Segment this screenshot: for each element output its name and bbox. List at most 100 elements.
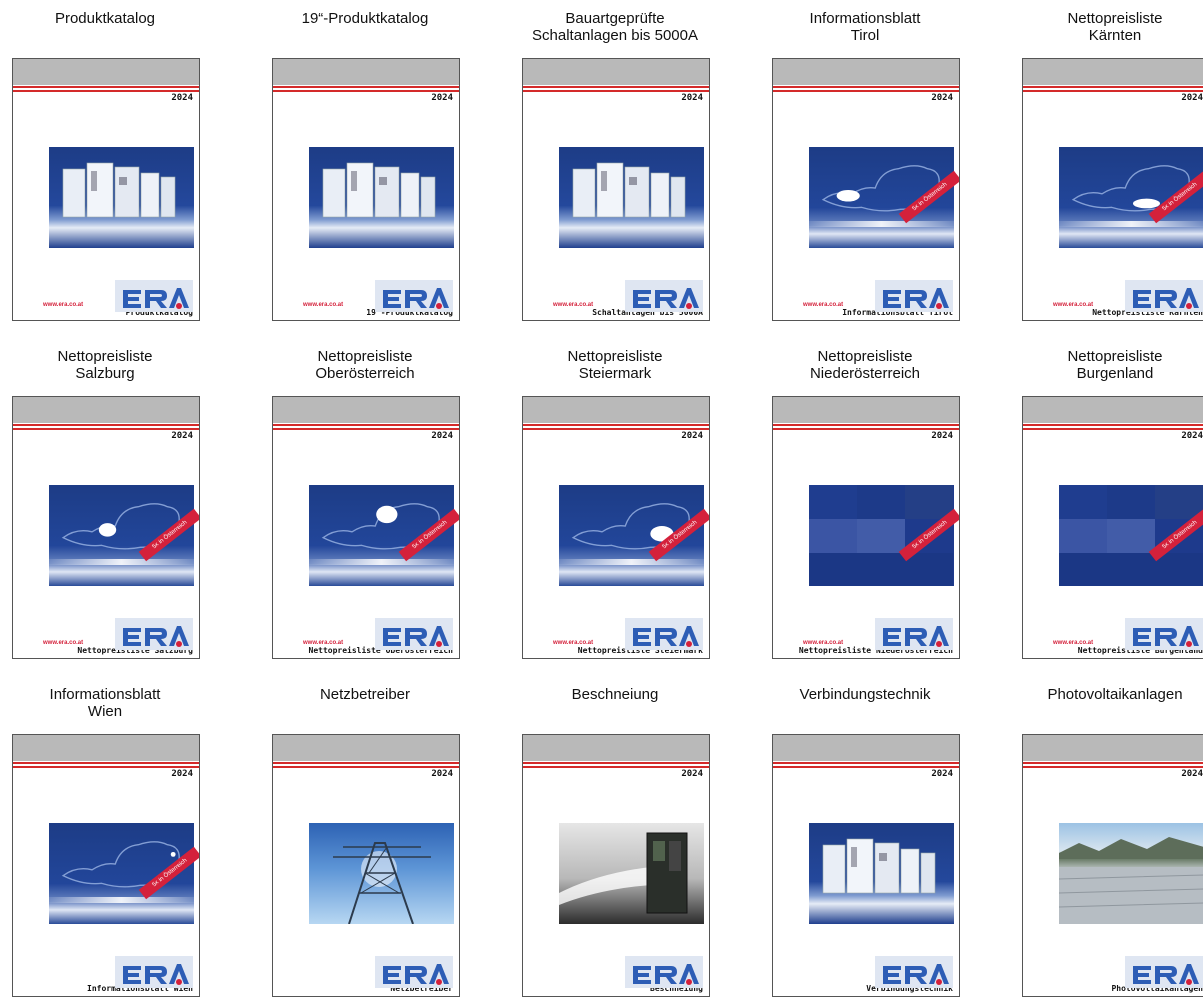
- era-logo: [115, 276, 193, 316]
- catalog-title-link[interactable]: Nettopreisliste Salzburg: [2, 348, 208, 382]
- era-logo: [1125, 276, 1203, 316]
- cover-url: www.era.co.at: [43, 640, 84, 646]
- catalog-cover-thumbnail[interactable]: Photovoltaikanlagen 2024: [1022, 734, 1203, 997]
- catalog-cover-thumbnail[interactable]: Nettopreisliste Oberösterreich 2024 5x in …: [272, 396, 460, 659]
- red-stripe: [523, 86, 709, 88]
- cover-header-band: [273, 59, 459, 85]
- catalog-cover-thumbnail[interactable]: Netzbetreiber 2024: [272, 734, 460, 997]
- red-stripe: [273, 424, 459, 426]
- cover-header-band: [1023, 735, 1203, 761]
- catalog-title-link[interactable]: Photovoltaikanlagen: [1012, 686, 1203, 703]
- cover-header-band: [13, 735, 199, 761]
- era-logo-icon: [625, 618, 703, 650]
- era-logo-icon: [375, 956, 453, 988]
- catalog-cover-thumbnail[interactable]: Informationsblatt Wien 2024 5x in Österrei…: [12, 734, 200, 997]
- catalog-cover-thumbnail[interactable]: Verbindungstechnik 2024: [772, 734, 960, 997]
- light-bar: [559, 559, 704, 565]
- era-logo: [875, 952, 953, 992]
- cover-url: www.era.co.at: [553, 302, 594, 308]
- cover-year: 2024: [171, 93, 193, 103]
- cover-year: 2024: [171, 431, 193, 441]
- catalog-cover-thumbnail[interactable]: Informationsblatt Tirol 2024 5x in Österre…: [772, 58, 960, 321]
- catalog-cover-thumbnail[interactable]: Bauartgeprüfte Schaltanlagen bis 5000A20…: [522, 58, 710, 321]
- era-logo-icon: [875, 618, 953, 650]
- cover-url: www.era.co.at: [803, 640, 844, 646]
- catalog-grid: Produktkatalog Produktkatalog 2024 www.era.…: [0, 0, 1203, 997]
- catalog-title-link[interactable]: Beschneiung: [512, 686, 718, 703]
- era-logo: [375, 276, 453, 316]
- cabinets-image: [322, 162, 436, 218]
- photo-frame: [559, 147, 704, 248]
- catalog-title-link[interactable]: Nettopreisliste Steiermark: [512, 348, 718, 382]
- catalog-title-link[interactable]: Bauartgeprüfte Schaltanlagen bis 5000A: [512, 10, 718, 44]
- catalog-title-link[interactable]: Netzbetreiber: [262, 686, 468, 703]
- cover-url: www.era.co.at: [553, 640, 594, 646]
- cover-year: 2024: [931, 431, 953, 441]
- cover-url: www.era.co.at: [803, 302, 844, 308]
- catalog-cover-thumbnail[interactable]: Beschneiung 2024: [522, 734, 710, 997]
- cover-url: www.era.co.at: [303, 640, 344, 646]
- cover-header-band: [523, 735, 709, 761]
- era-logo-icon: [875, 280, 953, 312]
- red-stripe: [1023, 424, 1203, 426]
- catalog-title-link[interactable]: Nettopreisliste Oberösterreich: [262, 348, 468, 382]
- catalog-title-link[interactable]: Nettopreisliste Niederösterreich: [762, 348, 968, 382]
- red-stripe: [13, 424, 199, 426]
- austria-map-icon: [61, 503, 180, 550]
- catalog-title-link[interactable]: Verbindungstechnik: [762, 686, 968, 703]
- era-logo: [115, 952, 193, 992]
- red-stripe: [13, 762, 199, 764]
- red-stripe: [773, 424, 959, 426]
- photo-frame: [1059, 823, 1203, 924]
- catalog-title-link[interactable]: Informationsblatt Tirol: [762, 10, 968, 44]
- era-logo: [1125, 952, 1203, 992]
- cover-url: www.era.co.at: [43, 302, 84, 308]
- era-logo: [1125, 614, 1203, 654]
- catalog-title-link[interactable]: Nettopreisliste Kärnten: [1012, 10, 1203, 44]
- red-stripe: [1023, 86, 1203, 88]
- catalog-cover-thumbnail[interactable]: Nettopreisliste Burgenland 2024 5x in Öste…: [1022, 396, 1203, 659]
- cover-header-band: [13, 397, 199, 423]
- cover-header-band: [773, 397, 959, 423]
- era-logo: [875, 276, 953, 316]
- light-bar: [49, 559, 194, 565]
- red-stripe: [773, 428, 959, 430]
- catalog-cover-thumbnail[interactable]: Nettopreisliste Steiermark 2024 5x in Öste…: [522, 396, 710, 659]
- photo-frame: [309, 823, 454, 924]
- cover-year: 2024: [1181, 769, 1203, 779]
- catalog-title-link[interactable]: Produktkatalog: [2, 10, 208, 27]
- era-logo-icon: [1125, 956, 1203, 988]
- cover-year: 2024: [931, 93, 953, 103]
- catalog-title-link[interactable]: 19“-Produktkatalog: [262, 10, 468, 27]
- solar-panels-image: [1059, 837, 1203, 924]
- cover-header-band: [273, 735, 459, 761]
- red-stripe: [1023, 762, 1203, 764]
- catalog-title-link[interactable]: Nettopreisliste Burgenland: [1012, 348, 1203, 382]
- austria-map-icon: [821, 165, 940, 212]
- red-stripe: [273, 90, 459, 92]
- cover-header-band: [523, 59, 709, 85]
- red-stripe: [773, 86, 959, 88]
- era-logo-icon: [625, 956, 703, 988]
- catalog-title-link[interactable]: Informationsblatt Wien: [2, 686, 208, 720]
- cover-year: 2024: [681, 769, 703, 779]
- cabinets-image: [62, 162, 176, 218]
- era-logo: [115, 614, 193, 654]
- red-stripe: [523, 424, 709, 426]
- catalog-cover-thumbnail[interactable]: Nettopreisliste Niederösterreich 2024 5x i…: [772, 396, 960, 659]
- light-bar: [809, 221, 954, 227]
- red-stripe: [273, 86, 459, 88]
- era-logo-icon: [375, 618, 453, 650]
- catalog-cover-thumbnail[interactable]: Produktkatalog 2024 www.era.co.at: [12, 58, 200, 321]
- era-logo: [375, 614, 453, 654]
- cover-url: www.era.co.at: [303, 302, 344, 308]
- red-stripe: [273, 762, 459, 764]
- era-logo: [625, 276, 703, 316]
- catalog-cover-thumbnail[interactable]: Nettopreisliste Salzburg 2024 5x in Österr…: [12, 396, 200, 659]
- catalog-cover-thumbnail[interactable]: Nettopreisliste Kärnten 2024 5x in Österre…: [1022, 58, 1203, 321]
- cover-header-band: [273, 397, 459, 423]
- catalog-cover-thumbnail[interactable]: 19“-Produktkatalog 2024 www.era.co.at: [272, 58, 460, 321]
- cover-header-band: [13, 59, 199, 85]
- cover-header-band: [1023, 59, 1203, 85]
- cover-year: 2024: [431, 431, 453, 441]
